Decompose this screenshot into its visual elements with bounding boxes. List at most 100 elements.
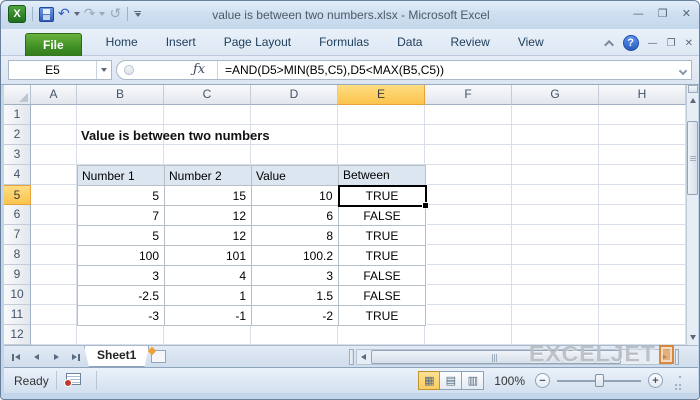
- cell-A5[interactable]: [31, 185, 77, 205]
- cell-F2[interactable]: [425, 125, 512, 145]
- table-cell[interactable]: 5: [77, 185, 165, 206]
- page-layout-view-icon[interactable]: ▤: [440, 371, 463, 390]
- zoom-level[interactable]: 100%: [494, 374, 525, 388]
- cell-E3[interactable]: [338, 145, 425, 165]
- cell-H8[interactable]: [599, 245, 686, 265]
- cell-G5[interactable]: [512, 185, 599, 205]
- table-cell[interactable]: 15: [164, 185, 252, 206]
- cell-D1[interactable]: [251, 105, 338, 125]
- table-cell[interactable]: -2: [251, 305, 339, 326]
- table-cell[interactable]: -1: [164, 305, 252, 326]
- cell-C1[interactable]: [164, 105, 251, 125]
- cell-F5[interactable]: [425, 185, 512, 205]
- ribbon-tab-page-layout[interactable]: Page Layout: [210, 29, 305, 56]
- cell-H2[interactable]: [599, 125, 686, 145]
- ribbon-tab-view[interactable]: View: [504, 29, 558, 56]
- cell-F8[interactable]: [425, 245, 512, 265]
- cell-F9[interactable]: [425, 265, 512, 285]
- cell-G12[interactable]: [512, 325, 599, 345]
- row-header-4[interactable]: 4: [4, 165, 31, 185]
- cell-D12[interactable]: [251, 325, 338, 345]
- cell-E2[interactable]: [338, 125, 425, 145]
- cell-G7[interactable]: [512, 225, 599, 245]
- cell-A3[interactable]: [31, 145, 77, 165]
- cell-B12[interactable]: [77, 325, 164, 345]
- table-cell[interactable]: 8: [251, 225, 339, 246]
- record-macro-icon[interactable]: [64, 373, 81, 387]
- table-cell[interactable]: TRUE: [338, 225, 426, 246]
- table-cell[interactable]: 12: [164, 205, 252, 226]
- table-cell[interactable]: 1: [164, 285, 252, 306]
- cell-G1[interactable]: [512, 105, 599, 125]
- cell-B1[interactable]: [77, 105, 164, 125]
- table-cell[interactable]: TRUE: [337, 184, 430, 210]
- sheet-tab-sheet1[interactable]: Sheet1: [84, 346, 149, 367]
- ribbon-tab-file[interactable]: File: [25, 33, 82, 56]
- row-header-9[interactable]: 9: [4, 265, 31, 285]
- insert-function-icon[interactable]: ƒx: [193, 62, 205, 77]
- table-cell[interactable]: 10: [251, 185, 339, 206]
- zoom-in-icon[interactable]: +: [648, 373, 663, 388]
- table-cell[interactable]: FALSE: [338, 205, 426, 226]
- column-header-G[interactable]: G: [512, 85, 599, 105]
- restore-window-icon[interactable]: ❐: [658, 7, 668, 20]
- row-header-11[interactable]: 11: [4, 305, 31, 325]
- cell-A12[interactable]: [31, 325, 77, 345]
- cell-G2[interactable]: [512, 125, 599, 145]
- row-header-7[interactable]: 7: [4, 225, 31, 245]
- cell-C3[interactable]: [164, 145, 251, 165]
- table-header-number-2[interactable]: Number 2: [164, 165, 252, 186]
- table-cell[interactable]: 1.5: [251, 285, 339, 306]
- next-sheet-icon[interactable]: [48, 349, 64, 365]
- cell-F3[interactable]: [425, 145, 512, 165]
- ribbon-tab-data[interactable]: Data: [383, 29, 436, 56]
- table-cell[interactable]: 6: [251, 205, 339, 226]
- table-cell[interactable]: 101: [164, 245, 252, 266]
- table-header-value[interactable]: Value: [251, 165, 339, 186]
- table-cell[interactable]: 100: [77, 245, 165, 266]
- cell-F1[interactable]: [425, 105, 512, 125]
- last-sheet-icon[interactable]: [68, 349, 84, 365]
- cell-G4[interactable]: [512, 165, 599, 185]
- cell-A7[interactable]: [31, 225, 77, 245]
- column-header-F[interactable]: F: [425, 85, 512, 105]
- table-cell[interactable]: FALSE: [338, 285, 426, 306]
- cell-G10[interactable]: [512, 285, 599, 305]
- name-box[interactable]: E5: [8, 60, 112, 80]
- resize-grip[interactable]: [672, 375, 682, 387]
- scroll-left-icon[interactable]: [357, 350, 370, 364]
- tab-split-handle[interactable]: [349, 349, 354, 365]
- row-header-1[interactable]: 1: [4, 105, 31, 125]
- horizontal-scroll-thumb[interactable]: [371, 350, 621, 364]
- cell-F11[interactable]: [425, 305, 512, 325]
- cell-H10[interactable]: [599, 285, 686, 305]
- column-header-A[interactable]: A: [31, 85, 77, 105]
- row-header-6[interactable]: 6: [4, 205, 31, 225]
- split-handle[interactable]: [688, 85, 698, 93]
- ribbon-tab-home[interactable]: Home: [92, 29, 152, 56]
- cell-A11[interactable]: [31, 305, 77, 325]
- cell-G9[interactable]: [512, 265, 599, 285]
- ribbon-tab-insert[interactable]: Insert: [152, 29, 210, 56]
- first-sheet-icon[interactable]: [8, 349, 24, 365]
- cell-H4[interactable]: [599, 165, 686, 185]
- cell-H6[interactable]: [599, 205, 686, 225]
- column-header-B[interactable]: B: [77, 85, 164, 105]
- cell-A9[interactable]: [31, 265, 77, 285]
- cell-F12[interactable]: [425, 325, 512, 345]
- cell-F4[interactable]: [425, 165, 512, 185]
- cell-G8[interactable]: [512, 245, 599, 265]
- cell-A8[interactable]: [31, 245, 77, 265]
- scroll-right-icon[interactable]: [658, 350, 671, 364]
- close-window-icon[interactable]: ✕: [682, 7, 691, 20]
- cell-H3[interactable]: [599, 145, 686, 165]
- minimize-workbook-icon[interactable]: —: [648, 38, 658, 49]
- tab-split-handle-right[interactable]: [675, 349, 679, 365]
- table-cell[interactable]: TRUE: [338, 245, 426, 266]
- table-cell[interactable]: 100.2: [251, 245, 339, 266]
- cell-A1[interactable]: [31, 105, 77, 125]
- previous-sheet-icon[interactable]: [28, 349, 44, 365]
- table-cell[interactable]: 4: [164, 265, 252, 286]
- cell-F7[interactable]: [425, 225, 512, 245]
- horizontal-scrollbar[interactable]: [356, 349, 672, 365]
